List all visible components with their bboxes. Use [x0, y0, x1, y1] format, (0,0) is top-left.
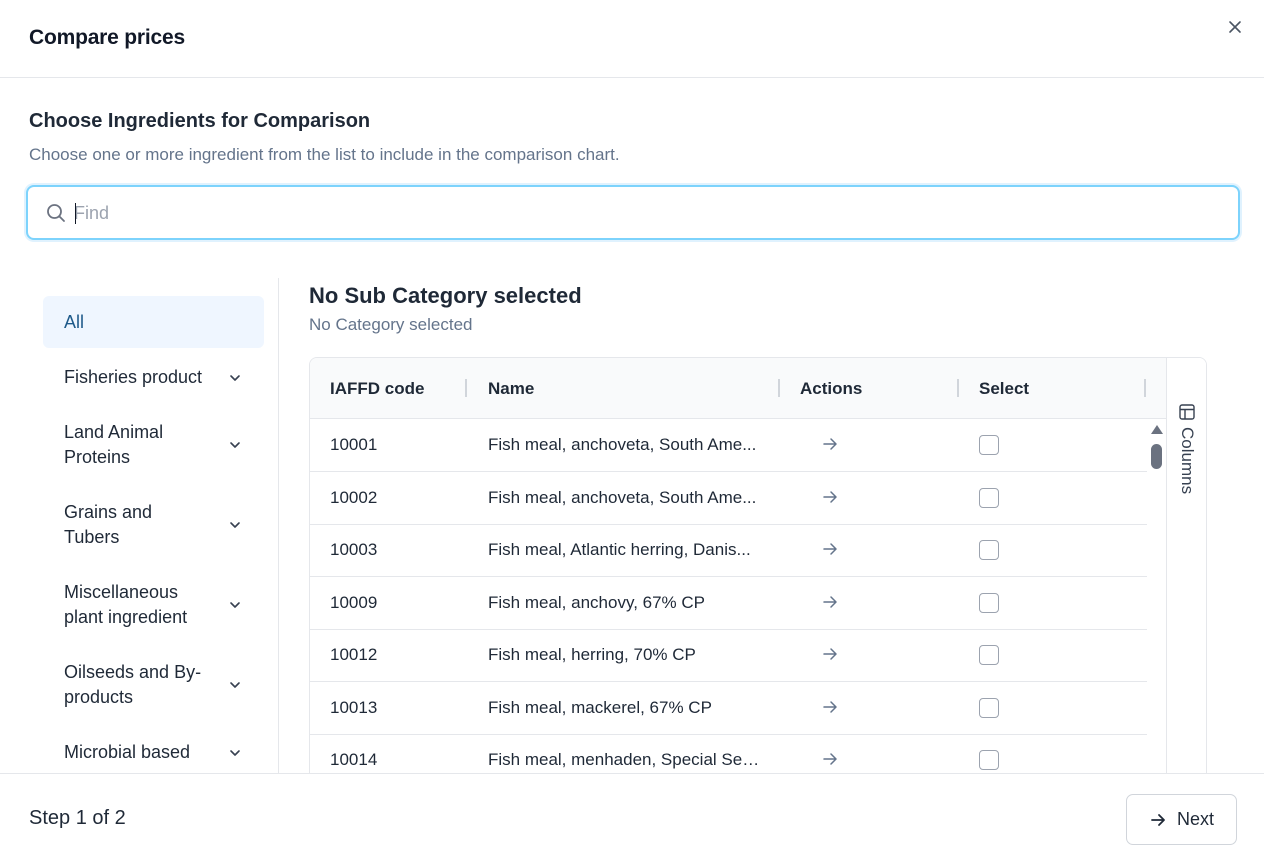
next-button[interactable]: Next: [1126, 794, 1237, 845]
select-checkbox[interactable]: [979, 435, 999, 455]
subcategory-title: No Sub Category selected: [309, 283, 582, 308]
scroll-thumb[interactable]: [1151, 444, 1162, 469]
table-row[interactable]: 10014 Fish meal, menhaden, Special Sel..…: [310, 734, 1147, 776]
cell-code: 10012: [330, 645, 378, 664]
cell-name: Fish meal, anchoveta, South Ame...: [488, 435, 757, 454]
arrow-right-icon: [1151, 813, 1165, 826]
arrow-right-icon[interactable]: [821, 645, 839, 663]
table-header: IAFFD code Name Actions Select: [310, 358, 1166, 419]
cell-name: Fish meal, menhaden, Special Sel...: [488, 750, 760, 769]
select-checkbox[interactable]: [979, 698, 999, 718]
category-subtitle: No Category selected: [309, 315, 473, 334]
search-input[interactable]: [74, 195, 1224, 231]
sidebar-item-oilseeds-and-by-products[interactable]: Oilseeds and By-products: [43, 660, 264, 710]
chevron-down-icon: [230, 374, 240, 381]
cell-name: Fish meal, mackerel, 67% CP: [488, 698, 712, 717]
chevron-down-icon: [230, 522, 240, 528]
step-indicator: Step 1 of 2: [29, 807, 126, 829]
sidebar-item-label: Miscellaneous plant ingredient: [64, 582, 188, 627]
scroll-up-arrow[interactable]: [1151, 425, 1163, 434]
sidebar-item-label: Oilseeds and By-products: [64, 662, 202, 707]
close-icon: [1229, 21, 1241, 33]
column-header-iaffd-code[interactable]: IAFFD code: [330, 358, 424, 419]
select-checkbox[interactable]: [979, 540, 999, 560]
sidebar-item-fisheries-product[interactable]: Fisheries product: [43, 365, 264, 390]
vertical-scrollbar[interactable]: [1148, 419, 1166, 776]
columns-button[interactable]: Columns: [1175, 403, 1199, 498]
arrow-right-icon[interactable]: [821, 540, 839, 558]
sidebar-item-all[interactable]: All: [43, 296, 264, 348]
close-button[interactable]: [1224, 16, 1246, 38]
select-checkbox[interactable]: [979, 593, 999, 613]
cell-code: 10002: [330, 488, 378, 507]
column-resize-handle[interactable]: [465, 379, 467, 397]
arrow-right-icon[interactable]: [821, 593, 839, 611]
search-box[interactable]: [26, 185, 1240, 240]
search-icon: [47, 204, 65, 222]
select-checkbox[interactable]: [979, 750, 999, 770]
cell-code: 10013: [330, 698, 378, 717]
sidebar-item-label: All: [64, 311, 85, 332]
sidebar-item-microbial-based[interactable]: Microbial based: [43, 740, 264, 765]
column-header-select[interactable]: Select: [979, 358, 1029, 419]
cell-name: Fish meal, anchovy, 67% CP: [488, 593, 705, 612]
chevron-down-icon: [230, 749, 240, 756]
columns-icon: [1179, 404, 1195, 420]
chevron-down-icon: [230, 602, 240, 608]
section-title: Choose Ingredients for Comparison: [29, 110, 371, 132]
cell-code: 10003: [330, 540, 378, 559]
columns-side-panel: Columns: [1166, 358, 1206, 776]
column-header-name[interactable]: Name: [488, 358, 534, 419]
table-row[interactable]: 10009 Fish meal, anchovy, 67% CP: [310, 577, 1147, 630]
text-caret: [75, 203, 76, 224]
cell-code: 10014: [330, 750, 378, 769]
category-sidebar: All Fisheries product Land Animal Protei…: [0, 278, 279, 773]
next-button-label: Next: [1176, 809, 1214, 829]
sidebar-item-land-animal-proteins[interactable]: Land Animal Proteins: [43, 420, 264, 470]
cell-code: 10001: [330, 435, 378, 454]
table-row[interactable]: 10003 Fish meal, Atlantic herring, Danis…: [310, 524, 1147, 577]
select-checkbox[interactable]: [979, 488, 999, 508]
arrow-right-icon[interactable]: [821, 435, 839, 453]
table-row[interactable]: 10013 Fish meal, mackerel, 67% CP: [310, 682, 1147, 735]
cell-code: 10009: [330, 593, 378, 612]
select-checkbox[interactable]: [979, 645, 999, 665]
column-resize-handle[interactable]: [1144, 379, 1146, 397]
ingredients-table: IAFFD code Name Actions Select 10001 Fis…: [309, 357, 1207, 777]
chevron-down-icon: [230, 442, 240, 448]
table-row[interactable]: 10002 Fish meal, anchoveta, South Ame...: [310, 472, 1147, 525]
chevron-down-icon: [230, 682, 240, 688]
arrow-right-icon[interactable]: [821, 488, 839, 506]
cell-name: Fish meal, anchoveta, South Ame...: [488, 488, 757, 507]
dialog-header: Compare prices: [0, 0, 1264, 78]
arrow-right-icon[interactable]: [821, 698, 839, 716]
sidebar-item-label: Land Animal Proteins: [64, 422, 164, 467]
table-row[interactable]: 10012 Fish meal, herring, 70% CP: [310, 629, 1147, 682]
sidebar-item-miscellaneous-plant-ingredient[interactable]: Miscellaneous plant ingredient: [43, 580, 264, 630]
cell-name: Fish meal, herring, 70% CP: [488, 645, 696, 664]
section-subtitle: Choose one or more ingredient from the l…: [29, 145, 620, 164]
column-resize-handle[interactable]: [957, 379, 959, 397]
dialog-title: Compare prices: [29, 26, 185, 49]
sidebar-item-label: Grains and Tubers: [64, 502, 153, 547]
sidebar-item-label: Fisheries product: [64, 367, 203, 387]
dialog-footer: Step 1 of 2 Next: [0, 773, 1264, 856]
table-row[interactable]: 10001 Fish meal, anchoveta, South Ame...: [310, 419, 1147, 472]
sidebar-item-label: Microbial based: [64, 742, 191, 762]
column-resize-handle[interactable]: [778, 379, 780, 397]
columns-label: Columns: [1178, 427, 1197, 495]
sidebar-item-grains-and-tubers[interactable]: Grains and Tubers: [43, 500, 264, 550]
column-header-actions[interactable]: Actions: [800, 358, 862, 419]
arrow-right-icon[interactable]: [821, 750, 839, 768]
cell-name: Fish meal, Atlantic herring, Danis...: [488, 540, 751, 559]
